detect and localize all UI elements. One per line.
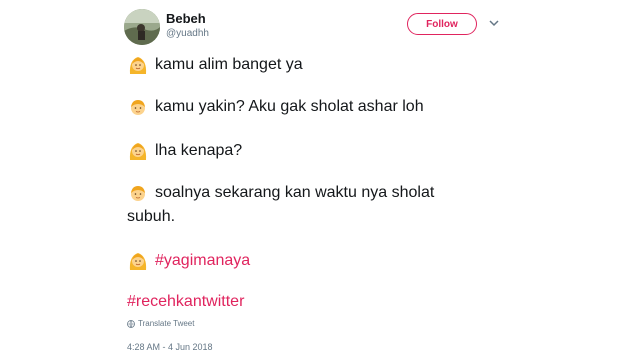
tweet-line-continued: subuh. [127, 208, 176, 225]
hashtag-link[interactable]: #yagimanaya [155, 252, 250, 270]
tweet-line-text: soalnya sekarang kan waktu nya sholat [155, 184, 435, 201]
blonde-woman-emoji-icon [129, 143, 147, 160]
translate-label: Translate Tweet [138, 319, 195, 328]
timestamp[interactable]: 4:28 AM - 4 Jun 2018 [127, 342, 213, 352]
tweet-line-text: kamu yakin? Aku gak sholat ashar loh [155, 98, 424, 115]
translate-tweet-link[interactable]: Translate Tweet [127, 319, 194, 328]
tweet-line: kamu alim banget ya [127, 54, 303, 76]
follow-button[interactable]: Follow [407, 13, 477, 35]
blonde-woman-emoji-icon [129, 253, 147, 270]
tweet-line-text: kamu alim banget ya [155, 56, 303, 73]
tweet-line: soalnya sekarang kan waktu nya sholat [127, 182, 434, 204]
tweet-line: lha kenapa? [127, 140, 242, 162]
tweet-line: kamu yakin? Aku gak sholat ashar loh [127, 96, 424, 118]
tweet-line: #yagimanaya [127, 250, 250, 272]
blonde-man-emoji-icon [131, 186, 145, 201]
hashtag-link[interactable]: #recehkantwitter [127, 293, 244, 311]
blonde-man-emoji-icon [131, 100, 145, 115]
globe-icon [127, 319, 135, 328]
blonde-woman-emoji-icon [129, 57, 147, 74]
tweet-line-text: lha kenapa? [155, 142, 243, 159]
avatar[interactable] [124, 9, 160, 45]
chevron-down-icon[interactable] [489, 19, 499, 27]
user-name[interactable]: Bebeh [166, 11, 206, 26]
user-handle[interactable]: @yuadhh [166, 28, 209, 39]
avatar-image [124, 9, 160, 45]
